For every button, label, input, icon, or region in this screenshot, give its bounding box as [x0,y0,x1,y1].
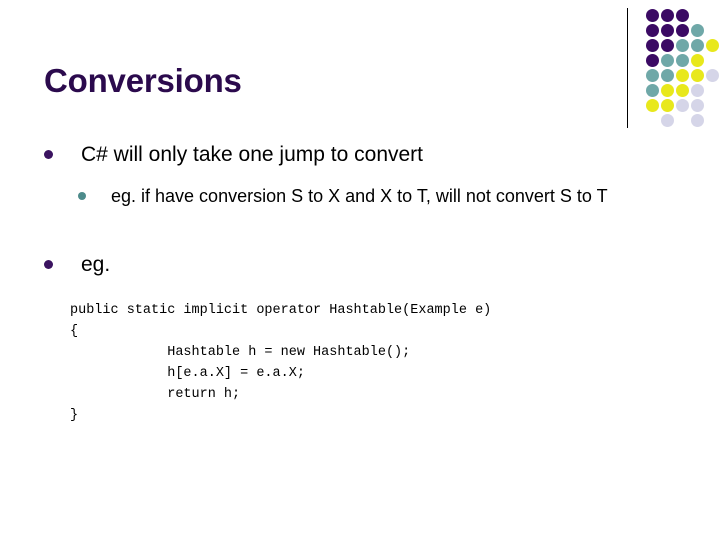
decoration-dot [676,39,689,52]
code-block: public static implicit operator Hashtabl… [70,300,670,426]
code-line: return h; [70,387,241,402]
dot-grid-container [646,9,719,134]
slide-canvas: Conversions C# will only take one jump t… [0,0,720,540]
code-line: h[e.a.X] = e.a.X; [70,366,305,381]
decoration-dot [646,54,659,67]
bullet-item-level1-first: C# will only take one jump to convert [44,142,634,168]
decoration-dot [691,24,704,37]
decoration-dot [646,9,659,22]
code-line: } [70,408,79,423]
decoration-dot [691,39,704,52]
decoration-dot [676,54,689,67]
bullet-marker-icon [44,150,53,159]
decoration-dot [661,84,674,97]
decoration-dot [691,54,704,67]
decoration-dot [676,99,689,112]
decoration-dot [676,84,689,97]
bullet-item-level2: eg. if have conversion S to X and X to T… [78,184,658,208]
code-line: Hashtable h = new Hashtable(); [70,345,411,360]
decoration-dot [661,69,674,82]
decoration-dot [661,39,674,52]
page-title: Conversions [44,62,242,99]
bullet-marker-icon [44,260,53,269]
decoration-dot [676,69,689,82]
decoration-dot [661,99,674,112]
decoration-dot [661,24,674,37]
decoration-dot [646,99,659,112]
decoration-dot-grid [620,0,720,140]
decoration-dot [646,24,659,37]
decoration-dot [676,24,689,37]
code-line: public static implicit operator Hashtabl… [70,303,492,318]
decoration-dot [706,69,719,82]
vertical-rule-divider [627,8,628,128]
decoration-dot [676,9,689,22]
decoration-dot [646,69,659,82]
sub-bullet-marker-icon [78,192,86,200]
bullet-item-level1-second: eg. [44,252,634,278]
decoration-dot [691,84,704,97]
decoration-dot [706,39,719,52]
decoration-dot [661,9,674,22]
sub-bullet-text: eg. if have conversion S to X and X to T… [111,186,608,206]
decoration-dot [646,39,659,52]
decoration-dot [646,84,659,97]
bullet-text: C# will only take one jump to convert [81,143,423,166]
bullet-text: eg. [81,253,111,276]
decoration-dot [691,99,704,112]
decoration-dot [661,54,674,67]
code-line: { [70,324,79,339]
decoration-dot [691,69,704,82]
decoration-dot [661,114,674,127]
decoration-dot [691,114,704,127]
